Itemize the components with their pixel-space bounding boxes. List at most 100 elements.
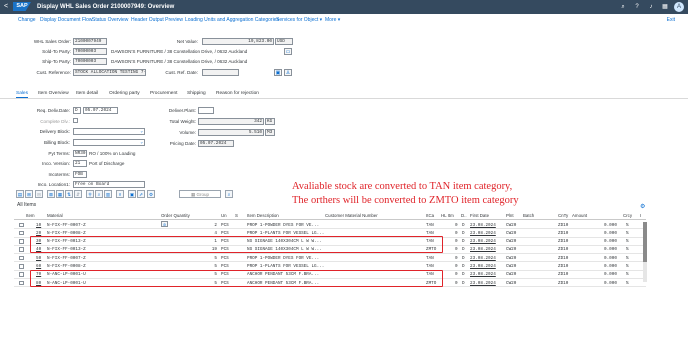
details-icon[interactable]: ▤ <box>16 190 24 198</box>
hl-item[interactable]: 0 <box>455 231 458 236</box>
amount[interactable]: 0.000 <box>604 223 617 228</box>
bell-icon[interactable]: ♪ <box>647 3 655 11</box>
header-detail-icon[interactable]: ▣ <box>274 69 282 76</box>
table-settings-icon[interactable]: ⚙ <box>640 203 645 210</box>
first-date[interactable]: 23.08.2024 <box>470 264 496 269</box>
item-description[interactable]: PROP 1-POWDER DYES FOR VE... <box>247 256 319 261</box>
sort-desc-icon[interactable]: ⇵ <box>74 190 82 198</box>
services-for-object-menu[interactable]: Services for Object ▾ <box>276 17 322 23</box>
row-select-checkbox[interactable] <box>19 255 24 261</box>
order-quantity[interactable]: 5 <box>207 264 217 269</box>
date-type[interactable]: D <box>462 231 465 236</box>
cust-reference-field[interactable]: STOCK ALLOCATION TESTING 7-2 <box>73 69 146 76</box>
currency[interactable]: % <box>626 231 629 236</box>
item-category[interactable]: TAN <box>426 264 434 269</box>
exit-button[interactable]: Exit <box>667 17 675 23</box>
status-overview-button[interactable]: Status Overview <box>92 17 128 23</box>
tab-sales[interactable]: Sales <box>16 91 28 98</box>
currency[interactable]: % <box>626 256 629 261</box>
col-item[interactable]: Item <box>26 213 35 218</box>
date-type[interactable]: D <box>462 281 465 286</box>
pricing-icon[interactable]: ¤ <box>116 190 124 198</box>
first-date[interactable]: 23.08.2024 <box>470 281 496 286</box>
first-date[interactable]: 23.08.2024 <box>470 247 496 252</box>
incoterms-field[interactable]: FOB <box>73 171 87 178</box>
date-type[interactable]: D <box>462 247 465 252</box>
layout-icon[interactable]: ▥ <box>104 190 112 198</box>
date-type[interactable]: D <box>462 223 465 228</box>
unit[interactable]: PCS <box>221 223 229 228</box>
complete-dlv-checkbox[interactable] <box>73 118 78 123</box>
amount[interactable]: 0.000 <box>604 264 617 269</box>
col-amount[interactable]: Amount <box>572 213 587 218</box>
col-hl-itm[interactable]: HL Itm <box>441 213 454 218</box>
first-date[interactable]: 23.08.2024 <box>470 272 496 277</box>
help-icon[interactable]: ? <box>633 3 641 11</box>
condition-type[interactable]: ZD10 <box>558 223 568 228</box>
condition-type[interactable]: ZD10 <box>558 264 568 269</box>
search-icon[interactable]: ⌕ <box>619 3 627 11</box>
item-description[interactable]: PROP 1-PLANTS FOR VESSEL LG... <box>247 264 324 269</box>
group-button[interactable]: ▦ Group <box>179 190 221 198</box>
row-select-checkbox[interactable] <box>19 239 24 244</box>
order-quantity[interactable]: 2 <box>207 223 217 228</box>
plant[interactable]: CW20 <box>506 272 516 277</box>
plant[interactable]: CW20 <box>506 281 516 286</box>
currency-field[interactable]: USD <box>275 38 293 45</box>
amount[interactable]: 0.000 <box>604 247 617 252</box>
condition-type[interactable]: ZD10 <box>558 239 568 244</box>
row-select-checkbox[interactable] <box>19 280 24 286</box>
select-all-icon[interactable]: ⊞ <box>25 190 33 198</box>
link-icon[interactable]: ⊘ <box>161 221 168 227</box>
col-customer-material-number[interactable]: Customer Material Number <box>325 213 378 218</box>
hl-item[interactable]: 0 <box>455 256 458 261</box>
currency[interactable]: % <box>626 247 629 252</box>
date-type[interactable]: D <box>462 256 465 261</box>
hl-item[interactable]: 0 <box>455 239 458 244</box>
loading-units-button[interactable]: Loading Units and Aggregation Categories <box>185 17 279 23</box>
deselect-all-icon[interactable]: ⊟ <box>35 190 43 198</box>
item-config-icon[interactable]: ⚙ <box>147 190 155 198</box>
col-item-description[interactable]: Item Description <box>247 213 279 218</box>
item-category[interactable]: TAN <box>426 223 434 228</box>
total-weight-unit[interactable]: KG <box>265 118 275 125</box>
row-select-checkbox[interactable] <box>19 230 24 236</box>
tab-ordering-party[interactable]: Ordering party <box>109 91 140 96</box>
header-output-preview-button[interactable]: Header Output Preview <box>131 17 183 23</box>
row-select-checkbox[interactable] <box>19 247 24 252</box>
sales-order-field[interactable]: 2100007949 <box>73 38 107 45</box>
amount[interactable]: 0.000 <box>604 231 617 236</box>
material[interactable]: N-FIX-FF-0007-Z <box>47 256 86 261</box>
plant[interactable]: CW20 <box>506 264 516 269</box>
back-button[interactable]: < <box>4 3 8 10</box>
ship-to-field[interactable]: 70000003 <box>73 58 107 65</box>
sort-asc-icon[interactable]: ⇅ <box>65 190 73 198</box>
first-date[interactable]: 23.08.2024 <box>470 256 496 261</box>
net-value-field[interactable]: 19,823.00 <box>202 38 274 45</box>
partner-person-icon[interactable]: ♙ <box>284 69 292 76</box>
req-deliv-date-format-field[interactable]: D <box>73 107 81 114</box>
amount[interactable]: 0.000 <box>604 256 617 261</box>
condition-type[interactable]: ZD10 <box>558 256 568 261</box>
col-un[interactable]: Un <box>221 213 227 218</box>
table-row[interactable]: 10 N-FIX-FF-0007-Z ⊘ 2 PCS PROP 1-POWDER… <box>14 221 646 230</box>
deliver-plant-field[interactable] <box>198 107 214 114</box>
condition-type[interactable]: ZD10 <box>558 231 568 236</box>
total-weight-field[interactable]: 342 <box>198 118 264 125</box>
unit[interactable]: PCS <box>221 256 229 261</box>
date-type[interactable]: D <box>462 264 465 269</box>
filter-icon[interactable]: ⚲ <box>86 190 94 198</box>
row-select-checkbox[interactable] <box>19 272 24 277</box>
condition-type[interactable]: ZD10 <box>558 272 568 277</box>
avatar[interactable]: A <box>674 2 684 12</box>
condition-type[interactable]: ZD10 <box>558 281 568 286</box>
scrollbar-thumb[interactable] <box>643 222 647 262</box>
condition-type[interactable]: ZD10 <box>558 247 568 252</box>
inco-location-field[interactable]: Free on Board <box>73 181 145 188</box>
tab-procurement[interactable]: Procurement <box>150 91 177 96</box>
col-plnt[interactable]: Plnt <box>506 213 514 218</box>
hl-item[interactable]: 0 <box>455 264 458 269</box>
col-itca[interactable]: ItCa <box>426 213 434 218</box>
item-number[interactable]: 50 <box>36 256 41 261</box>
tab-shipping[interactable]: Shipping <box>187 91 206 96</box>
